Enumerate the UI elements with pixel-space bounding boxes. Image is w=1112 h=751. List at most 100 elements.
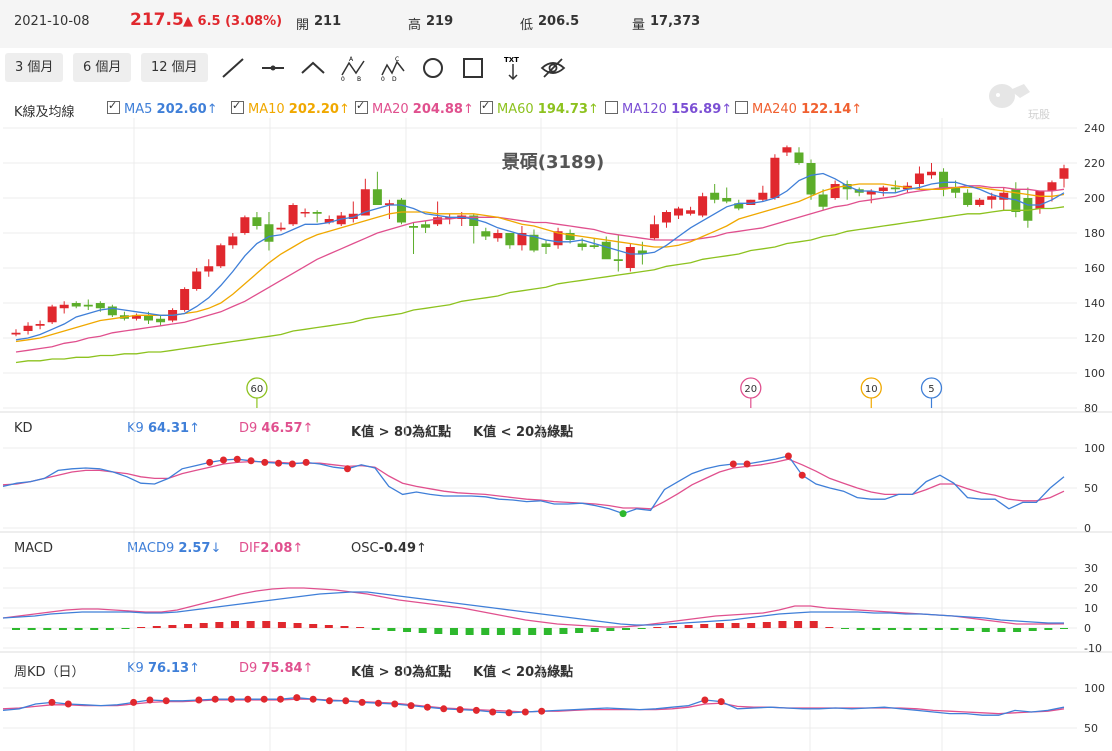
wkd-overbought-dot	[244, 695, 252, 703]
wkd-overbought-dot	[440, 705, 448, 713]
candle-body	[216, 245, 226, 267]
candle-body	[433, 217, 443, 225]
osc-bar	[606, 628, 615, 631]
candle-body	[710, 192, 720, 200]
kd-overbought-dot	[729, 460, 737, 468]
chart-title: 景碩(3189)	[502, 152, 605, 173]
candle-body	[421, 224, 431, 228]
candle-body	[782, 147, 792, 153]
osc-bar	[559, 628, 568, 634]
candle-body	[878, 187, 888, 191]
candle-body	[11, 332, 21, 335]
osc-bar	[856, 628, 865, 630]
wkd-overbought-dot	[701, 696, 709, 704]
osc-bar	[872, 628, 881, 630]
osc-bar	[105, 628, 114, 630]
ma-badge-label: 20	[744, 384, 757, 395]
wkd-overbought-dot	[717, 698, 725, 706]
ma-badge-label: 10	[865, 384, 878, 395]
osc-bar	[887, 628, 896, 630]
osc-bar	[668, 626, 677, 628]
kd-overbought-dot	[302, 458, 310, 466]
candle-body	[1059, 168, 1069, 179]
macd-tick-label: 0	[1084, 622, 1091, 635]
osc-bar	[324, 625, 333, 628]
candle-body	[890, 187, 900, 190]
wkd-overbought-dot	[195, 696, 203, 704]
osc-bar	[168, 625, 177, 628]
price-tick-label: 80	[1084, 402, 1098, 415]
wkd-overbought-dot	[423, 703, 431, 711]
osc-bar	[575, 628, 584, 633]
osc-bar	[371, 628, 380, 630]
osc-bar	[230, 621, 239, 628]
osc-bar	[825, 627, 834, 628]
candle-body	[914, 173, 924, 184]
candle-body	[312, 212, 322, 214]
candle-body	[577, 243, 587, 247]
osc-bar	[622, 628, 631, 630]
candle-body	[83, 304, 93, 307]
kd-k9-line	[2, 455, 1065, 515]
wkd-overbought-dot	[276, 695, 284, 703]
candle-body	[180, 289, 190, 310]
candle-body	[396, 199, 406, 223]
osc-bar	[418, 628, 427, 633]
kd-overbought-dot	[288, 460, 296, 468]
osc-bar	[966, 628, 975, 631]
osc-bar	[184, 624, 193, 628]
osc-bar	[1044, 628, 1053, 630]
osc-bar	[58, 628, 67, 630]
kd-overbought-dot	[798, 471, 806, 479]
price-tick-label: 200	[1084, 192, 1105, 205]
candle-body	[541, 243, 551, 247]
candle-body	[722, 198, 732, 202]
kd-tick-label: 100	[1084, 442, 1105, 455]
osc-bar	[199, 623, 208, 628]
candle-body	[1047, 182, 1057, 191]
macd-tick-label: 20	[1084, 582, 1098, 595]
wkd-overbought-dot	[64, 700, 72, 708]
osc-bar	[309, 624, 318, 628]
candle-body	[228, 236, 238, 246]
macd-tick-label: -10	[1084, 642, 1102, 655]
osc-bar	[794, 621, 803, 628]
candle-body	[204, 266, 214, 272]
candle-body	[601, 241, 611, 260]
stock-chart[interactable]: 80100120140160180200220240景碩(3189)60 20 10…	[0, 0, 1112, 751]
price-tick-label: 140	[1084, 297, 1105, 310]
candle-body	[686, 210, 696, 214]
osc-bar	[731, 623, 740, 628]
osc-bar	[215, 622, 224, 628]
wkd-overbought-dot	[489, 708, 497, 716]
osc-bar	[27, 628, 36, 630]
candle-body	[288, 205, 298, 225]
candle-body	[71, 303, 81, 307]
candle-body	[493, 233, 503, 239]
kd-overbought-dot	[343, 465, 351, 473]
candle-body	[23, 325, 33, 331]
osc-bar	[1060, 628, 1068, 629]
candle-body	[794, 152, 804, 163]
osc-bar	[1013, 628, 1022, 632]
candle-body	[240, 217, 250, 233]
price-tick-label: 160	[1084, 262, 1105, 275]
osc-bar	[950, 628, 959, 630]
price-tick-label: 220	[1084, 157, 1105, 170]
osc-bar	[684, 625, 693, 628]
candle-body	[59, 304, 69, 309]
osc-bar	[715, 623, 724, 628]
osc-bar	[434, 628, 443, 634]
candle-body	[252, 217, 262, 226]
osc-bar	[934, 628, 943, 630]
candle-body	[409, 226, 419, 228]
candle-body	[674, 208, 684, 216]
osc-bar	[449, 628, 458, 635]
macd-tick-label: 30	[1084, 562, 1098, 575]
osc-bar	[277, 622, 286, 628]
candle-body	[806, 163, 816, 195]
kd-overbought-dot	[233, 455, 241, 463]
macd-tick-label: 10	[1084, 602, 1098, 615]
candle-body	[481, 231, 491, 237]
candle-body	[1035, 191, 1045, 209]
